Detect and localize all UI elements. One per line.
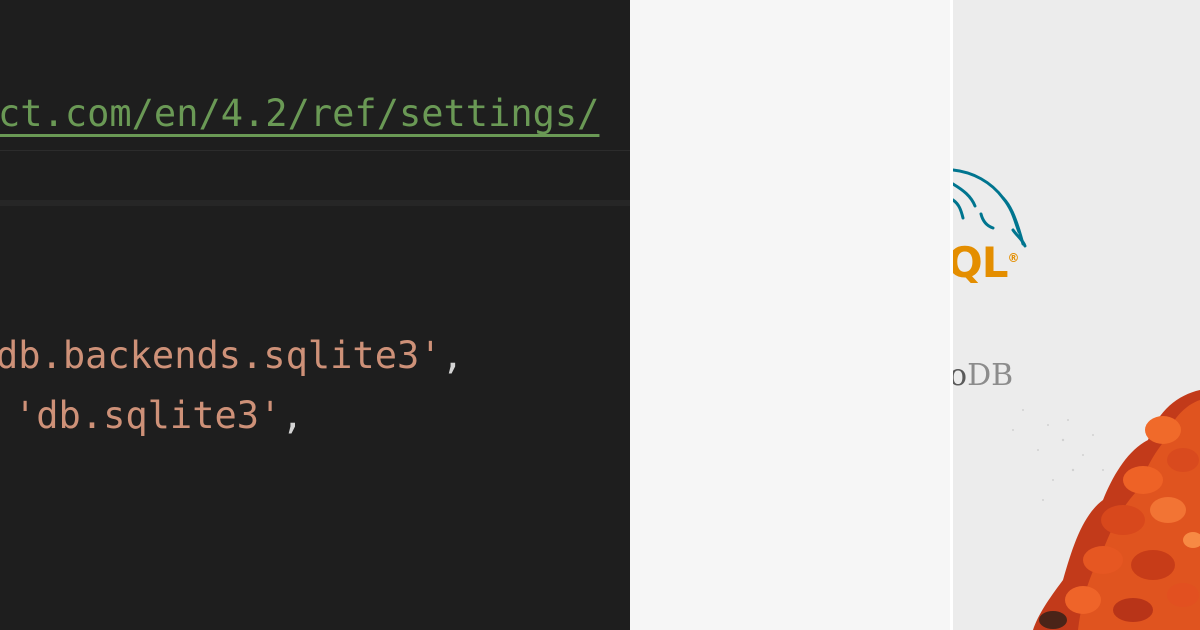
art-graphics xyxy=(953,168,1200,630)
mysql-dolphin-icon xyxy=(953,168,1027,248)
orange-cloud-graphic xyxy=(1033,390,1200,630)
code-editor: ct.com/en/4.2/ref/settings/ db.backends.… xyxy=(0,0,630,630)
spray-particles xyxy=(1012,409,1104,501)
mysql-logo-letters: QL xyxy=(953,238,1008,287)
database-logos-art: QL® oDB xyxy=(953,0,1200,630)
mongodb-logo-letters: DB xyxy=(967,358,1014,393)
code-line-engine: db.backends.sqlite3', xyxy=(0,334,464,378)
mysql-logo-text: QL® xyxy=(953,238,1019,287)
name-comma: , xyxy=(281,394,304,437)
engine-string: db.backends.sqlite3' xyxy=(0,334,442,377)
mongodb-logo-prefix: o xyxy=(953,358,968,393)
mysql-registered-mark: ® xyxy=(1007,251,1019,265)
blank-panel xyxy=(630,0,950,630)
code-line-name: 'db.sqlite3', xyxy=(14,394,304,438)
editor-band xyxy=(0,200,630,206)
mongodb-logo-text: oDB xyxy=(953,358,1013,393)
name-string: 'db.sqlite3' xyxy=(14,394,282,437)
engine-comma: , xyxy=(441,334,464,377)
editor-separator xyxy=(0,150,630,151)
docs-url-link[interactable]: ct.com/en/4.2/ref/settings/ xyxy=(0,92,599,136)
